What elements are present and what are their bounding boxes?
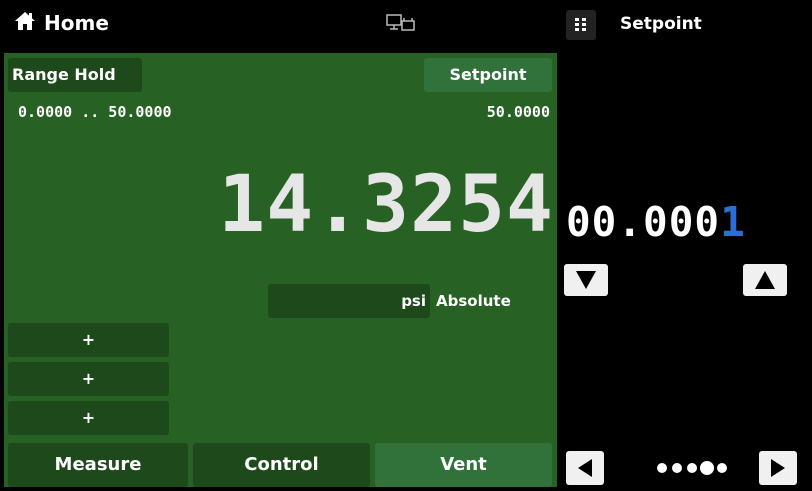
- pressure-mode[interactable]: Absolute: [436, 284, 511, 318]
- triangle-down-icon: [576, 271, 596, 289]
- page-dot-active: [700, 461, 714, 475]
- menu-button[interactable]: [566, 10, 596, 40]
- home-title: Home: [44, 11, 109, 35]
- page-dot: [717, 463, 727, 473]
- tab-measure[interactable]: Measure: [8, 443, 188, 487]
- range-hold-button[interactable]: Range Hold: [8, 58, 142, 92]
- page-dot: [672, 463, 682, 473]
- add-button-3[interactable]: +: [8, 401, 169, 435]
- entry-digits: 00.000: [566, 198, 721, 246]
- page-indicator: [657, 461, 727, 475]
- tab-vent[interactable]: Vent: [375, 443, 552, 487]
- triangle-right-icon: [771, 459, 785, 477]
- triangle-up-icon: [755, 271, 775, 289]
- add-button-2[interactable]: +: [8, 362, 169, 396]
- previous-page-button[interactable]: [566, 451, 604, 485]
- setpoint-button[interactable]: Setpoint: [424, 58, 552, 92]
- pressure-reading: 14.3254: [218, 160, 554, 250]
- setpoint-entry[interactable]: 00.0001: [566, 198, 746, 246]
- add-button-1[interactable]: +: [8, 323, 169, 357]
- unit-label[interactable]: psi: [268, 284, 430, 318]
- entry-cursor-digit: 1: [720, 198, 746, 246]
- triangle-left-icon: [578, 459, 592, 477]
- setpoint-value: 50.0000: [486, 103, 550, 121]
- page-dot: [687, 463, 697, 473]
- next-page-button[interactable]: [759, 451, 797, 485]
- tab-control[interactable]: Control: [193, 443, 370, 487]
- setpoint-panel-title: Setpoint: [620, 14, 702, 34]
- home-icon[interactable]: [14, 10, 36, 32]
- network-icon: [386, 14, 415, 31]
- increment-button[interactable]: [743, 264, 787, 296]
- page-dot: [657, 463, 667, 473]
- decrement-button[interactable]: [564, 264, 608, 296]
- range-text: 0.0000 .. 50.0000: [18, 103, 172, 121]
- menu-grid-icon: [575, 18, 586, 31]
